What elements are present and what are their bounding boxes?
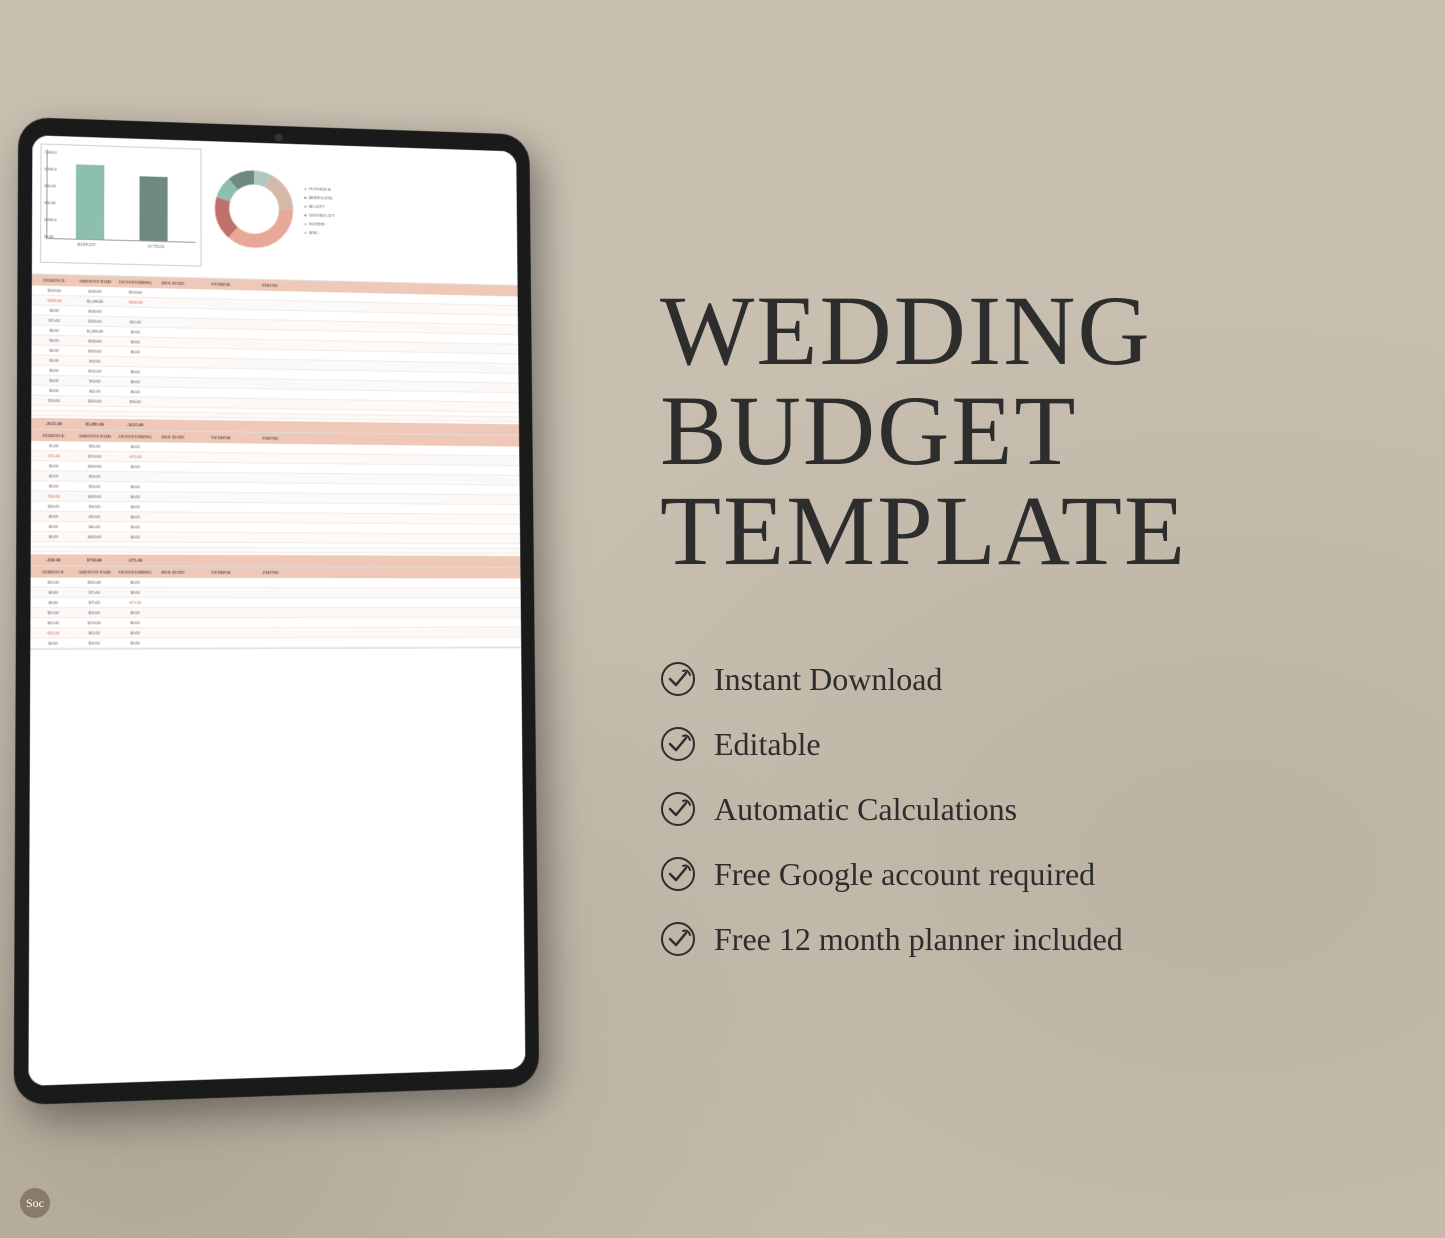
check-icon-editable — [660, 726, 696, 762]
feature-item-instant-download: Instant Download — [660, 661, 1365, 698]
header-amount-3: AMOUNT PAID — [74, 570, 115, 575]
header-phone-3: PHONE — [251, 570, 291, 575]
header-due-3: DUE DATE — [155, 570, 190, 575]
header-due-2: DUE DATE — [155, 434, 190, 439]
donut-label-grooms: ■GROOM'S ATT — [304, 212, 334, 218]
check-icon-planner — [660, 921, 696, 957]
y-label-2: 0,000.0 — [45, 166, 57, 171]
donut-label-flowers: ■FLOWERS & — [304, 186, 334, 192]
y-axis-labels: 5,000.0 0,000.0 000.00 000.00 0,000.0 $0… — [44, 150, 57, 240]
tablet-section: 5,000.0 0,000.0 000.00 000.00 0,000.0 $0… — [20, 119, 580, 1119]
donut-labels: ■FLOWERS & ■BRIDESATTR ■BEAUTY ■GROOM'S … — [304, 186, 334, 236]
title-line3: TEMPLATE — [660, 475, 1187, 586]
header-outstanding-1: OUTSTANDING — [115, 279, 155, 285]
table-section-3: FERENCE AMOUNT PAID OUTSTANDING DUE DATE… — [30, 566, 521, 649]
y-label-5: 0,000.0 — [44, 217, 56, 222]
donut-svg — [209, 164, 298, 255]
table-section-2: FERENCE AMOUNT PAID OUTSTANDING DUE DATE… — [31, 430, 521, 568]
table-header-row-3: FERENCE AMOUNT PAID OUTSTANDING DUE DATE… — [31, 566, 521, 578]
bar-actual — [140, 176, 168, 241]
bar-budget — [76, 164, 105, 239]
feature-item-auto-calc: Automatic Calculations — [660, 791, 1365, 828]
header-amount-1: AMOUNT PAID — [75, 278, 116, 284]
tablet-screen: 5,000.0 0,000.0 000.00 000.00 0,000.0 $0… — [28, 135, 525, 1086]
table-row — [31, 547, 521, 554]
y-label-3: 000.00 — [44, 183, 56, 188]
header-vendor-1: VENDOR — [191, 281, 251, 287]
y-label-6: $0.00 — [44, 234, 56, 239]
y-label-1: 5,000.0 — [45, 150, 57, 155]
check-icon-instant-download — [660, 661, 696, 697]
header-phone-1: PHONE — [250, 283, 290, 289]
table-row: $0.00 $75.00 -$75.00 — [30, 598, 520, 608]
social-icon-1[interactable]: Soc — [20, 1188, 50, 1218]
header-vendor-3: VENDOR — [191, 570, 251, 575]
check-icon-auto-calc — [660, 791, 696, 827]
header-ference-2: FERENCE — [33, 433, 74, 439]
product-title: WEDDING BUDGET TEMPLATE — [660, 281, 1365, 581]
header-due-1: DUE DATE — [156, 280, 191, 286]
header-ference-3: FERENCE — [33, 569, 74, 574]
donut-label-bridesattire: ■BRIDESATTR — [304, 195, 334, 201]
title-line1: WEDDING — [660, 275, 1152, 386]
donut-chart-container: ■FLOWERS & ■BRIDESATTR ■BEAUTY ■GROOM'S … — [209, 149, 386, 271]
feature-item-editable: Editable — [660, 726, 1365, 763]
spreadsheet-content: 5,000.0 0,000.0 000.00 000.00 0,000.0 $0… — [28, 135, 525, 1086]
header-outstanding-2: OUTSTANDING — [115, 434, 156, 439]
header-phone-2: PHONE — [251, 436, 291, 441]
feature-item-planner: Free 12 month planner included — [660, 921, 1365, 958]
feature-text-auto-calc: Automatic Calculations — [714, 791, 1017, 828]
header-vendor-2: VENDOR — [191, 435, 251, 441]
feature-item-google-account: Free Google account required — [660, 856, 1365, 893]
social-section: Soc — [20, 1188, 50, 1218]
tablet-device: 5,000.0 0,000.0 000.00 000.00 0,000.0 $0… — [14, 117, 540, 1105]
header-outstanding-3: OUTSTANDING — [115, 570, 156, 575]
donut-label-rings: ■RING — [304, 230, 334, 236]
table-row: $25.00 $225.00 $0.00 — [31, 578, 521, 589]
right-section: WEDDING BUDGET TEMPLATE Instant Download — [580, 60, 1365, 1178]
table-total-row-2: -$50.00 $730.00 -$75.00 — [31, 554, 521, 567]
table-section-1: FERENCE AMOUNT PAID OUTSTANDING DUE DATE… — [31, 274, 519, 436]
budget-label: BUDGET — [77, 242, 96, 247]
table-row: $0.00 $30.00 $0.00 — [30, 637, 521, 648]
charts-area: 5,000.0 0,000.0 000.00 000.00 0,000.0 $0… — [32, 135, 518, 286]
donut-label-beauty: ■BEAUTY — [304, 204, 334, 210]
features-list: Instant Download Editable — [660, 661, 1365, 958]
social-label: Soc — [26, 1196, 44, 1211]
bar-chart: 5,000.0 0,000.0 000.00 000.00 0,000.0 $0… — [40, 143, 202, 266]
tablet-camera — [275, 134, 283, 142]
y-label-4: 000.00 — [44, 200, 56, 205]
header-amount-2: AMOUNT PAID — [74, 433, 115, 439]
table-row: $25.00 $50.00 $0.00 — [30, 608, 520, 618]
donut-label-wedding: ■WEDDIN — [304, 221, 334, 227]
title-line2: BUDGET — [660, 375, 1078, 486]
actual-label: ACTUAL — [147, 244, 165, 249]
feature-text-instant-download: Instant Download — [714, 661, 942, 698]
bar-chart-inner — [46, 150, 195, 243]
check-icon-google-account — [660, 856, 696, 892]
header-ference-1: FERENCE — [34, 277, 75, 283]
feature-text-planner: Free 12 month planner included — [714, 921, 1123, 958]
feature-text-google-account: Free Google account required — [714, 856, 1095, 893]
table-row: $0.00 $75.00 $0.00 — [31, 588, 521, 598]
page-container: 5,000.0 0,000.0 000.00 000.00 0,000.0 $0… — [0, 0, 1445, 1238]
feature-text-editable: Editable — [714, 726, 821, 763]
